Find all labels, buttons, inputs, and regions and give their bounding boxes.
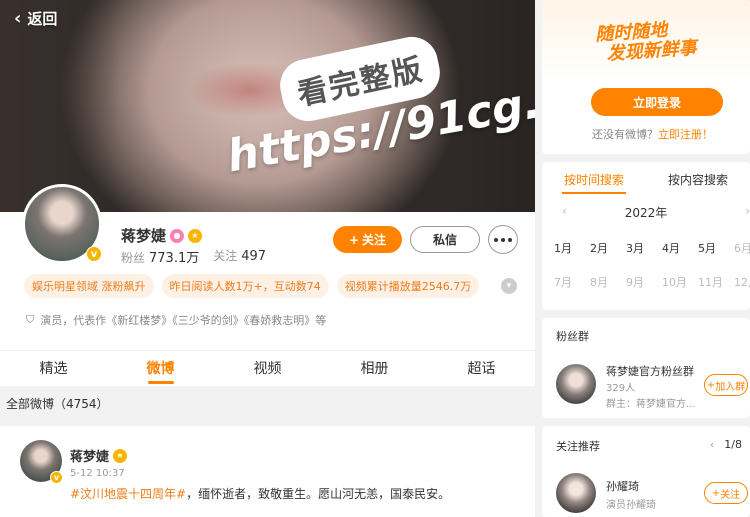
fans-group-title: 粉丝群 — [556, 330, 589, 343]
recommend-follow-button[interactable]: + 关注 — [704, 482, 748, 504]
post-author-row: 蒋梦婕 ★ — [70, 446, 128, 465]
month-item: 9月 — [626, 276, 644, 289]
vip-icon: ● — [170, 228, 185, 243]
profile-name: 蒋梦婕 — [121, 227, 167, 245]
profile-name-row: 蒋梦婕 ● ★ — [121, 225, 203, 246]
feed-post: v 蒋梦婕 ★ 5-12 10:37 #汶川地震十四周年#，缅怀逝者，致敬重生。… — [0, 418, 535, 517]
message-button[interactable]: 私信 — [410, 226, 480, 253]
recommend-title: 关注推荐 — [556, 440, 600, 453]
month-item: 12月 — [734, 276, 750, 289]
fans-stat[interactable]: 粉丝 773.1万 — [121, 247, 199, 266]
recommend-card: 关注推荐 ‹ 1/8 孙耀琦 演员孙耀琦 + 关注 — [542, 426, 750, 517]
fans-group-owner: 群主：蒋梦婕官方... — [606, 399, 696, 410]
register-prompt: 还没有微博？立即注册！ — [592, 128, 713, 141]
post-topic-link[interactable]: #汶川地震十四周年# — [70, 487, 186, 501]
month-grid: 1月 2月 3月 4月 5月 6月 7月 8月 9月 10月 11月 12月 — [554, 240, 750, 290]
recommend-avatar[interactable] — [556, 473, 596, 513]
recommend-pager: ‹ 1/8 — [710, 438, 742, 451]
verified-icon: v — [86, 246, 102, 262]
tab-search-by-content[interactable]: 按内容搜索 — [646, 162, 750, 198]
join-group-button[interactable]: + 加入群 — [704, 374, 748, 396]
chevron-left-icon[interactable]: ‹ — [710, 438, 714, 451]
recommend-name[interactable]: 孙耀琦 — [606, 478, 639, 494]
recommend-page: 1/8 — [724, 438, 742, 451]
tab-supertopic[interactable]: 超话 — [428, 351, 535, 386]
month-item: 6月 — [734, 242, 750, 255]
badge-icon: ★ — [188, 228, 203, 243]
month-item[interactable]: 4月 — [662, 240, 698, 256]
fans-group-avatar[interactable] — [556, 364, 596, 404]
login-button[interactable]: 立即登录 — [591, 88, 723, 116]
profile-main: ‹ 返回 看完整版 https://91cg.tv v 蒋梦婕 ● ★ 粉丝 77… — [0, 0, 535, 517]
all-weibo-count: 全部微博（4754） — [0, 392, 535, 418]
month-item[interactable]: 1月 — [554, 240, 590, 256]
month-item[interactable]: 2月 — [590, 240, 626, 256]
login-banner: 随时随地 发现新鲜事 — [542, 0, 750, 80]
post-text: #汶川地震十四周年#，缅怀逝者，致敬重生。愿山河无恙，国泰民安。 — [70, 487, 451, 501]
back-button[interactable]: ‹ 返回 — [14, 8, 57, 29]
expand-tags-icon[interactable]: ▾ — [501, 278, 517, 294]
month-item: 8月 — [590, 276, 608, 289]
badge-icon: ★ — [113, 448, 128, 463]
back-label: 返回 — [27, 10, 58, 28]
fans-group-count: 329人 — [606, 383, 636, 394]
tag-item[interactable]: 视频累计播放量2546.7万 — [336, 274, 480, 298]
profile-tabs: 精选 微博 视频 相册 超话 — [0, 350, 535, 386]
tab-weibo[interactable]: 微博 — [107, 351, 214, 386]
tab-search-by-time[interactable]: 按时间搜索 — [542, 162, 646, 198]
tag-item[interactable]: 娱乐明星领域 涨粉飙升 — [24, 274, 154, 298]
search-tabs: 按时间搜索 按内容搜索 — [542, 162, 750, 198]
profile-stats: 粉丝 773.1万 关注 497 — [121, 247, 266, 266]
follow-button[interactable]: + 关注 — [333, 226, 402, 253]
year-label: 2022年 — [624, 206, 668, 220]
register-link[interactable]: 立即注册！ — [658, 128, 713, 141]
bio: ⛉ 演员，代表作《新红楼梦》《三少爷的剑》《春娇救志明》等 — [26, 313, 327, 327]
fans-group-card: 粉丝群 蒋梦婕官方粉丝群 329人 群主：蒋梦婕官方... + 加入群 — [542, 318, 750, 418]
month-item[interactable]: 3月 — [626, 240, 662, 256]
banner-slogan: 随时随地 发现新鲜事 — [594, 19, 698, 65]
fans-group-name[interactable]: 蒋梦婕官方粉丝群 — [606, 363, 694, 379]
tag-item[interactable]: 昨日阅读人数1万+，互动数74 — [161, 274, 329, 298]
login-card: 随时随地 发现新鲜事 立即登录 还没有微博？立即注册！ — [542, 0, 750, 154]
tab-featured[interactable]: 精选 — [0, 351, 107, 386]
tab-album[interactable]: 相册 — [321, 351, 428, 386]
month-item: 10月 — [662, 276, 687, 289]
month-item: 11月 — [698, 276, 723, 289]
cover-photo: ‹ 返回 看完整版 https://91cg.tv — [0, 0, 535, 212]
post-author[interactable]: 蒋梦婕 — [70, 446, 109, 465]
plus-icon: + — [711, 487, 721, 499]
plus-icon: + — [348, 232, 360, 247]
chevron-left-icon: ‹ — [14, 8, 22, 29]
tab-video[interactable]: 视频 — [214, 351, 321, 386]
archive-search-card: 按时间搜索 按内容搜索 ‹ 2022年 › 1月 2月 3月 4月 5月 6月 … — [542, 162, 750, 310]
month-item: 7月 — [554, 276, 572, 289]
recommend-desc: 演员孙耀琦 — [606, 500, 656, 511]
more-button[interactable] — [488, 225, 518, 254]
month-item[interactable]: 5月 — [698, 240, 734, 256]
profile-tags: 娱乐明星领域 涨粉飙升 昨日阅读人数1万+，互动数74 视频累计播放量2546.… — [24, 274, 480, 298]
more-dots-icon — [494, 237, 498, 242]
plus-icon: + — [706, 379, 716, 391]
following-stat[interactable]: 关注 497 — [213, 247, 266, 266]
verified-icon: v — [50, 471, 63, 484]
shield-icon: ⛉ — [26, 313, 35, 326]
chevron-right-icon[interactable]: › — [745, 204, 750, 218]
post-time[interactable]: 5-12 10:37 — [70, 468, 125, 479]
